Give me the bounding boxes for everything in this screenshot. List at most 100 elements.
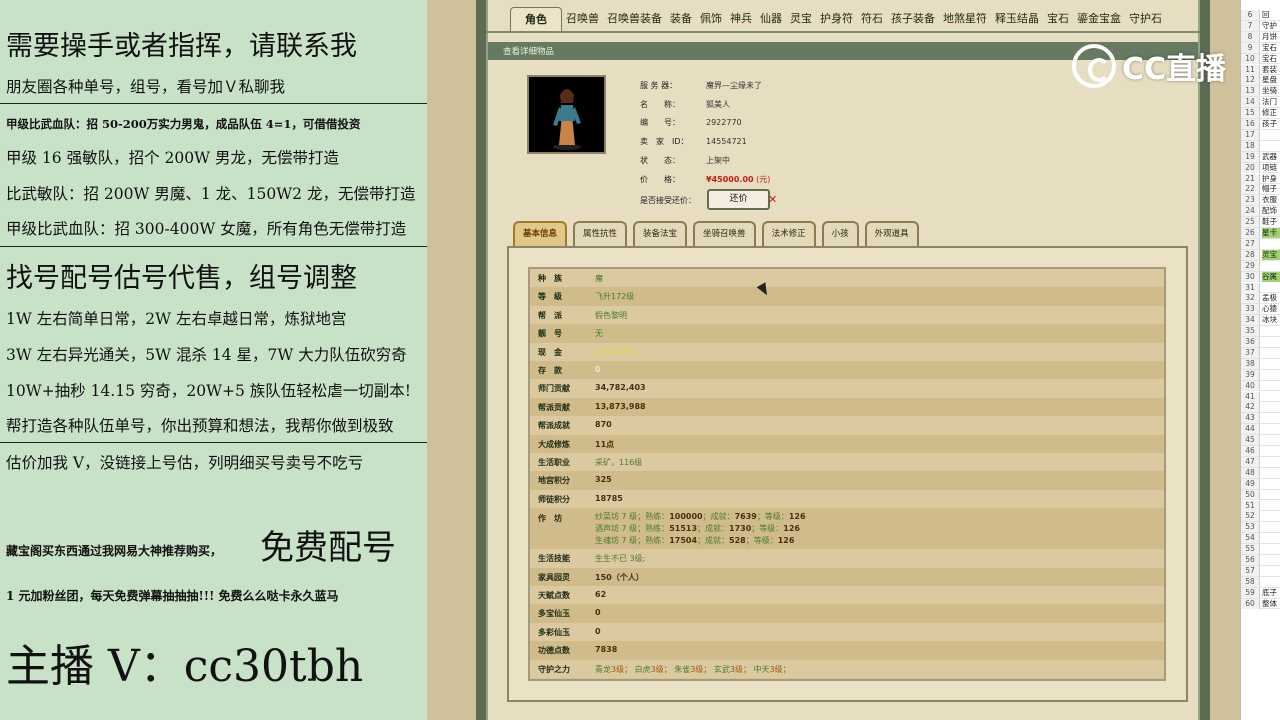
detail-tabs: 基本信息 属性抗性 装备法宝 坐骑召唤兽 法术修正 小孩 外观道具 (513, 221, 925, 246)
tab-category[interactable]: 鎏金宝盒 (1073, 7, 1125, 31)
sheet-cell[interactable]: 帽子 (1262, 184, 1277, 194)
sheet-row-number: 35 (1241, 326, 1260, 337)
tab-detail[interactable]: 法术修正 (761, 221, 816, 246)
sheet-row-number: 59 (1241, 587, 1260, 598)
sheet-row: 46 (1241, 446, 1280, 457)
tab-category[interactable]: 宝石 (1043, 7, 1073, 31)
tab-detail[interactable]: 属性抗性 (573, 221, 628, 246)
sheet-row: 57 (1241, 565, 1280, 577)
sheet-cell[interactable]: 修正 (1262, 108, 1277, 118)
sheet-cell[interactable]: 星卡 (1262, 228, 1280, 238)
sheet-cell[interactable]: 宝石 (1262, 54, 1277, 64)
sheet-cell[interactable]: 套装 (1262, 65, 1277, 75)
sheet-row-number: 51 (1241, 500, 1260, 511)
tab-detail[interactable]: 外观道具 (864, 221, 919, 246)
table-row: 等 级 飞升172级 (530, 287, 1164, 306)
sheet-row-number: 54 (1241, 533, 1260, 544)
sheet-row: 35 (1241, 326, 1280, 337)
row-label: 靓 号 (538, 329, 562, 339)
promo-line: 需要操手或者指挥，请联系我 (6, 31, 357, 62)
table-row: 守护之力 青龙3级； 白虎3级； 朱雀3级； 玄武3级； 中天3级； (530, 659, 1164, 678)
tab-category[interactable]: 符石 (857, 7, 887, 31)
workshop-part: 生魂坊 7 级； (595, 536, 646, 546)
table-row: 师门贡献 34,782,403 (530, 379, 1164, 398)
row-value: 0 (595, 608, 601, 618)
tab-detail[interactable]: 基本信息 (513, 221, 568, 246)
workshop-part: 100000 (669, 512, 703, 522)
view-detail-label: 查看详细物品 (503, 47, 555, 57)
sheet-cell[interactable]: 底子 (1262, 588, 1277, 598)
sheet-cell[interactable]: 法门 (1262, 97, 1277, 107)
counter-offer-button[interactable]: 还价 (707, 189, 770, 210)
sheet-row-number: 15 (1241, 108, 1260, 119)
sheet-cell[interactable]: 衣服 (1262, 195, 1277, 205)
sheet-row: 42 (1241, 402, 1280, 414)
tab-category[interactable]: 神兵 (726, 7, 756, 31)
sheet-cell[interactable]: 孟极 (1262, 293, 1277, 303)
sheet-row-number: 41 (1241, 391, 1260, 402)
tab-category[interactable]: 召唤兽 (562, 7, 603, 31)
tab-category[interactable]: 仙器 (756, 7, 786, 31)
tab-detail[interactable]: 小孩 (821, 221, 859, 246)
sheet-cell[interactable]: 冰块 (1262, 315, 1277, 325)
tab-category[interactable]: 守护石 (1125, 7, 1166, 31)
row-value: 11点 (595, 439, 615, 449)
tab-category[interactable]: 孩子装备 (887, 7, 939, 31)
row-value: 150（个人） (595, 572, 644, 582)
row-value: 生生不已 3级; (595, 554, 646, 564)
guard-level: 3级； (769, 664, 791, 674)
sheet-row-number: 16 (1241, 119, 1260, 129)
promo-line: 藏宝阁买东西通过我网易大神推荐购买， (6, 544, 223, 558)
sheet-cell[interactable]: 月饼 (1262, 32, 1277, 42)
row-value: 34,782,403 (595, 383, 646, 393)
seller-row: 卖 家 ID： 14554721 (640, 137, 747, 146)
tab-category[interactable]: 灵宝 (786, 7, 816, 31)
tab-detail[interactable]: 坐骑召唤兽 (693, 221, 756, 246)
sheet-cell[interactable]: 宝石 (1262, 43, 1277, 53)
sheet-cell[interactable]: 灵宝 (1262, 249, 1280, 260)
close-icon[interactable]: ✕ (768, 193, 777, 206)
tab-category[interactable]: 角色 (510, 7, 562, 31)
table-row: 家具园灵 150（个人） (530, 567, 1164, 586)
workshop-part: 126 (783, 524, 800, 534)
sheet-cell[interactable]: 谷属 (1262, 271, 1280, 282)
sheet-row: 45 (1241, 435, 1280, 446)
sheet-cell[interactable]: 整体 (1262, 599, 1277, 609)
tab-category[interactable]: 释玉结晶 (991, 7, 1043, 31)
basic-info-table: 种 族 魔等 级 飞升172级帮 派 假色黎明靓 号 无现 金 1,640,330 存 款 0… (528, 267, 1166, 681)
sheet-cell[interactable]: 坐骑 (1262, 86, 1277, 96)
sheet-row-number: 33 (1241, 304, 1260, 315)
sheet-row-number: 28 (1241, 249, 1260, 260)
sheet-row-number: 56 (1241, 555, 1260, 565)
workshop-part: 528 (729, 536, 746, 546)
sheet-cell[interactable]: 守护 (1262, 21, 1277, 31)
workshop-part: 51513 (669, 524, 698, 534)
promo-line: 帮打造各种队伍单号，你出预算和想法，我帮你做到极致 (6, 417, 394, 435)
workshop-part: 熟练： (645, 512, 670, 522)
sheet-cell[interactable]: 孩子 (1262, 119, 1277, 129)
row-value: 870 (595, 420, 612, 430)
workshop-part: ；成就： (702, 512, 735, 522)
tab-detail[interactable]: 装备法宝 (633, 221, 688, 246)
sheet-cell[interactable]: 项链 (1262, 163, 1277, 173)
sheet-row: 28 灵宝 (1241, 249, 1280, 261)
guard-name: 玄武 (713, 664, 730, 674)
sheet-row-number: 49 (1241, 478, 1260, 489)
sheet-cell[interactable]: 鞋子 (1262, 217, 1277, 227)
table-row: 现 金 1,640,330 (530, 342, 1164, 361)
tab-category[interactable]: 地煞星符 (939, 7, 991, 31)
tab-category[interactable]: 召唤兽装备 (603, 7, 666, 31)
sheet-cell[interactable]: 配饰 (1262, 206, 1277, 216)
sheet-row-number: 6 (1241, 10, 1260, 20)
sheet-cell[interactable]: 武器 (1262, 152, 1277, 162)
tab-category[interactable]: 佩饰 (696, 7, 726, 31)
sheet-cell[interactable]: 护身 (1262, 174, 1277, 184)
sheet-row-number: 39 (1241, 369, 1260, 380)
sheet-cell[interactable]: 回 (1262, 10, 1270, 20)
tab-category[interactable]: 装备 (666, 7, 696, 31)
tab-category[interactable]: 护身符 (816, 7, 857, 31)
sheet-cell[interactable]: 心猿 (1262, 304, 1277, 314)
sheet-row: 20 项链 (1241, 162, 1280, 174)
table-row: 多宝仙玉 0 (530, 604, 1164, 623)
sheet-cell[interactable]: 星盘 (1262, 75, 1277, 85)
